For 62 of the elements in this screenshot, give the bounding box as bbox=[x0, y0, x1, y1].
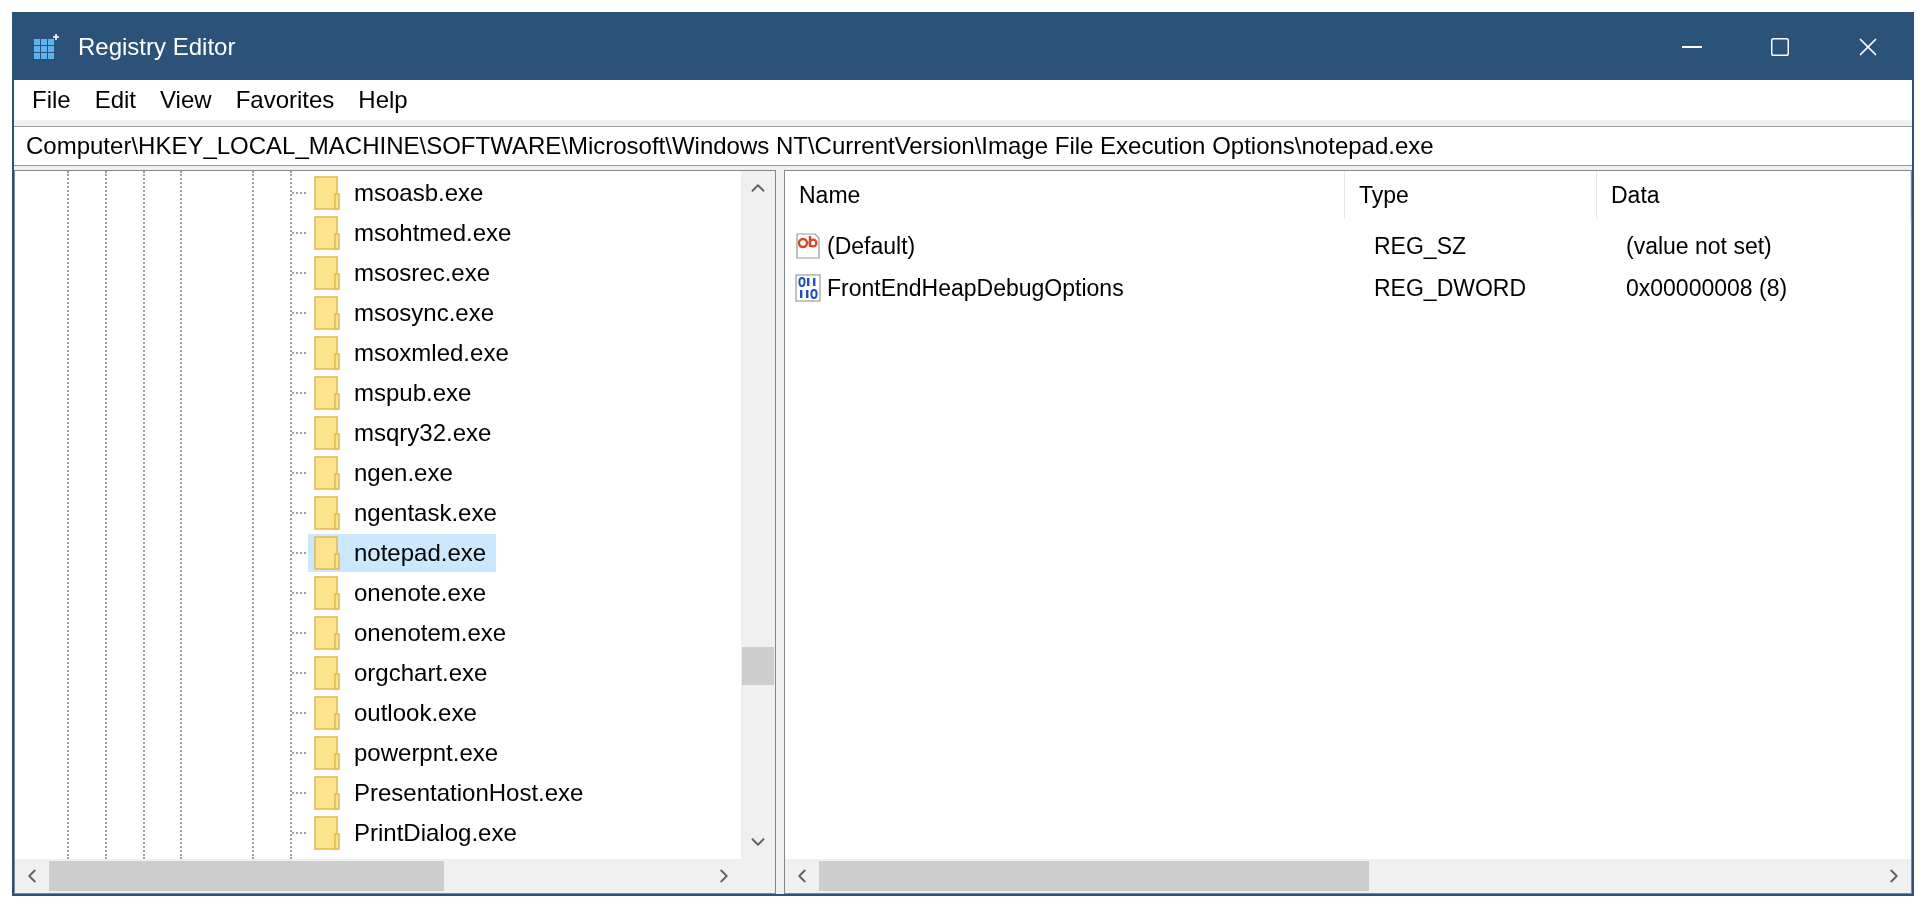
column-header[interactable]: Type bbox=[1345, 171, 1597, 219]
folder-icon bbox=[314, 696, 340, 730]
folder-icon bbox=[314, 536, 340, 570]
tree-item[interactable]: PresentationHost.exe bbox=[308, 774, 594, 812]
column-header[interactable]: Name bbox=[785, 171, 1345, 219]
tree-item[interactable]: orgchart.exe bbox=[308, 654, 498, 692]
tree-item[interactable]: ngentask.exe bbox=[308, 494, 507, 532]
folder-icon bbox=[314, 576, 340, 610]
value-data: 0x00000008 (8) bbox=[1625, 274, 1789, 302]
tree-item[interactable]: msosync.exe bbox=[308, 294, 505, 332]
folder-icon bbox=[314, 256, 340, 290]
menu-item[interactable]: Edit bbox=[84, 84, 147, 116]
value-type: REG_DWORD bbox=[1373, 274, 1528, 302]
folder-icon bbox=[314, 736, 340, 770]
tree-item[interactable]: onenotem.exe bbox=[308, 614, 517, 652]
address-bar[interactable]: Computer\HKEY_LOCAL_MACHINE\SOFTWARE\Microsoft\Windows NT\CurrentVersion\Image File Execution Options\notepad.exe bbox=[14, 126, 1912, 166]
tree-item[interactable]: msqry32.exe bbox=[308, 414, 502, 452]
folder-icon bbox=[314, 496, 340, 530]
folder-icon bbox=[314, 776, 340, 810]
menu-item[interactable]: Help bbox=[348, 84, 418, 116]
menu-item[interactable]: View bbox=[150, 84, 222, 116]
tree-item[interactable]: onenote.exe bbox=[308, 574, 497, 612]
tree-item[interactable]: ngen.exe bbox=[308, 454, 463, 492]
folder-icon bbox=[314, 176, 340, 210]
value-name[interactable]: FrontEndHeapDebugOptions bbox=[785, 274, 1360, 302]
value-type: REG_SZ bbox=[1373, 232, 1468, 260]
binary-value-icon bbox=[795, 274, 821, 302]
tree-item[interactable]: msohtmed.exe bbox=[308, 214, 522, 252]
scrollbar-thumb[interactable] bbox=[742, 647, 774, 685]
folder-icon bbox=[314, 656, 340, 690]
tree-item[interactable]: PrintDialog.exe bbox=[308, 814, 527, 852]
menu-item[interactable]: File bbox=[22, 84, 81, 116]
tree-item[interactable]: powerpnt.exe bbox=[308, 734, 509, 772]
tree-item[interactable]: msoasb.exe bbox=[308, 174, 494, 212]
value-data: (value not set) bbox=[1625, 232, 1773, 260]
folder-icon bbox=[314, 456, 340, 490]
value-name[interactable]: (Default) bbox=[785, 232, 1360, 260]
tree-item[interactable]: msoxmled.exe bbox=[308, 334, 519, 372]
app-icon bbox=[32, 33, 60, 61]
maximize-icon bbox=[1769, 36, 1791, 58]
scrollbar-thumb[interactable] bbox=[49, 861, 444, 891]
tree-item[interactable]: notepad.exe bbox=[308, 534, 497, 572]
folder-icon bbox=[314, 416, 340, 450]
value-name-text: FrontEndHeapDebugOptions bbox=[827, 274, 1124, 302]
window-title: Registry Editor bbox=[78, 33, 237, 61]
horizontal-scrollbar[interactable] bbox=[785, 859, 1911, 893]
scrollbar-thumb[interactable] bbox=[819, 861, 1370, 891]
folder-icon bbox=[314, 336, 340, 370]
tree-item[interactable]: msosrec.exe bbox=[308, 254, 501, 292]
menu-item[interactable]: Favorites bbox=[225, 84, 345, 116]
folder-icon bbox=[314, 616, 340, 650]
folder-icon bbox=[314, 376, 340, 410]
minimize-icon bbox=[1682, 46, 1702, 48]
column-header[interactable]: Data bbox=[1597, 171, 1911, 219]
folder-icon bbox=[314, 816, 340, 850]
value-name-text: (Default) bbox=[827, 232, 916, 260]
folder-icon bbox=[314, 216, 340, 250]
tree-item[interactable]: outlook.exe bbox=[308, 694, 487, 732]
tree-item[interactable]: mspub.exe bbox=[308, 374, 482, 412]
vertical-scrollbar[interactable] bbox=[741, 171, 775, 859]
folder-icon bbox=[314, 296, 340, 330]
string-value-icon bbox=[795, 232, 821, 260]
